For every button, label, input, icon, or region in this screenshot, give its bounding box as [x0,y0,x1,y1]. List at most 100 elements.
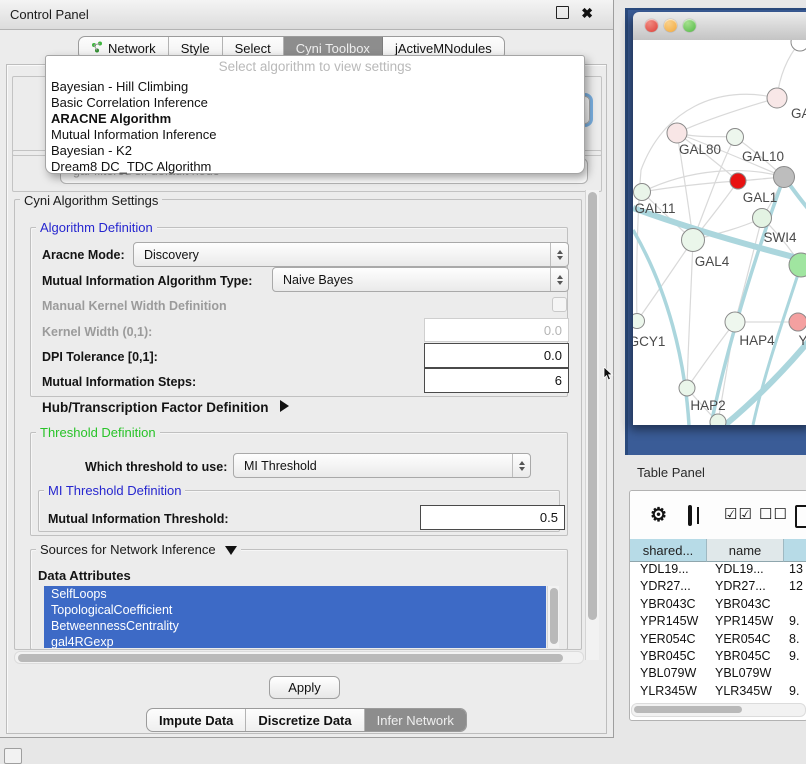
algorithm-option[interactable]: Bayesian - K2 [51,143,132,158]
list-item[interactable]: BetweennessCentrality [44,618,546,634]
node[interactable] [767,88,787,108]
cell: YPR145W [707,614,784,631]
scrollbar-thumb[interactable] [18,654,563,662]
settings-group-title: Cyni Algorithm Settings [20,193,162,208]
mi-type-combobox[interactable]: Naive Bayes [272,267,569,292]
node[interactable] [667,123,687,143]
column-header-shared-name[interactable]: shared... [630,539,707,562]
node[interactable] [753,209,772,228]
tab-discretize-data[interactable]: Discretize Data [246,709,364,731]
document-icon[interactable] [795,505,806,528]
list-item[interactable]: gal4RGexp [44,634,546,648]
which-threshold-value: MI Threshold [244,459,317,473]
settings-horizontal-scrollbar[interactable] [14,651,584,664]
list-item[interactable]: SelfLoops [44,586,546,602]
algorithm-option[interactable]: Basic Correlation Inference [51,95,208,110]
cell: YDR27... [630,579,707,596]
node[interactable] [679,380,695,396]
tab-infer-network[interactable]: Infer Network [365,709,466,731]
unchecked-boxes-icon[interactable]: ☐☐ [759,505,788,523]
network-view-window[interactable]: GAL GAL80 GAL10 GAL1 GAL11 SWI4 GAL4 GCY… [633,12,806,425]
kernel-width-field[interactable] [424,318,569,342]
node-selected[interactable] [730,173,746,189]
node[interactable] [725,312,745,332]
network-canvas[interactable]: GAL GAL80 GAL10 GAL1 GAL11 SWI4 GAL4 GCY… [633,40,806,425]
node[interactable] [682,229,705,252]
sources-title-text: Sources for Network Inference [40,542,216,557]
checked-boxes-icon[interactable]: ☑☑ [724,505,753,523]
which-threshold-combobox[interactable]: MI Threshold [233,453,531,478]
table-row[interactable]: YBR043CYBR043C [630,597,806,614]
list-vertical-scrollbar[interactable] [547,586,559,648]
cell: YBR045C [707,649,784,666]
aracne-mode-label: Aracne Mode: [42,248,125,262]
zoom-traffic-light-icon[interactable] [683,19,696,32]
cell: YER054C [707,632,784,649]
table-row[interactable]: YER054CYER054C8. [630,632,806,649]
node[interactable] [791,40,806,51]
node-label: GAL [791,106,806,121]
data-attributes-list[interactable]: SelfLoops TopologicalCoefficient Between… [44,586,546,648]
apply-label: Apply [288,680,321,695]
tab-label: Impute Data [159,713,233,728]
table-row[interactable]: YDR27...YDR27...12 [630,579,806,596]
table-panel: ⚙ ☑☑ ☐☐ shared... name YDL19...YDL19...1… [629,490,806,721]
node[interactable] [789,313,806,331]
manual-kernel-checkbox[interactable] [552,297,567,312]
hub-definition-expander[interactable]: Hub/Transcription Factor Definition [42,400,289,415]
close-traffic-light-icon[interactable] [645,19,658,32]
node[interactable] [634,184,651,201]
spinner-arrows-icon [550,268,568,291]
mi-steps-field[interactable] [424,368,569,393]
apply-button[interactable]: Apply [269,676,340,699]
cell: YBR043C [707,597,784,614]
table-body: YDL19...YDL19...13 YDR27...YDR27...12 YB… [630,562,806,720]
table-row[interactable]: YBR045CYBR045C9. [630,649,806,666]
aracne-mode-combobox[interactable]: Discovery [133,242,569,267]
mi-threshold-field[interactable] [420,505,565,530]
node[interactable] [710,414,726,425]
scrollbar-thumb[interactable] [550,588,558,644]
expander-right-icon [280,400,289,412]
network-window-titlebar[interactable] [633,12,806,41]
node-label: GAL10 [742,149,784,164]
algorithm-option[interactable]: Dream8 DC_TDC Algorithm [51,159,211,174]
dpi-tolerance-field[interactable] [424,343,569,368]
columns-icon[interactable] [688,505,692,526]
column-header-name[interactable]: name [707,539,784,562]
spinner-arrows-icon [550,243,568,266]
tab-impute-data[interactable]: Impute Data [147,709,246,731]
float-window-icon[interactable] [556,6,569,19]
cell [784,597,806,614]
collapse-down-icon [225,546,237,555]
algorithm-definition-title: Algorithm Definition [36,220,157,235]
mi-type-value: Naive Bayes [283,273,353,287]
node[interactable] [633,314,645,329]
node-label: HAP2 [690,398,725,413]
column-header-partial[interactable] [784,539,806,562]
settings-vertical-scrollbar[interactable] [585,190,599,660]
cell: 9. [784,649,806,666]
table-row[interactable]: YBL079WYBL079W [630,666,806,683]
table-row[interactable]: YPR145WYPR145W9. [630,614,806,631]
algorithm-option[interactable]: Mutual Information Inference [51,127,216,142]
scrollbar-thumb[interactable] [634,706,742,713]
node-label: GAL4 [695,254,730,269]
node[interactable] [774,167,795,188]
table-horizontal-scrollbar[interactable] [631,703,806,717]
gear-icon[interactable]: ⚙ [650,504,667,527]
node[interactable] [727,129,744,146]
tab-label: Discretize Data [258,713,351,728]
node-label: Y [798,333,806,348]
table-row[interactable]: YLR345WYLR345W9. [630,684,806,701]
scrollbar-thumb[interactable] [588,192,597,620]
table-row[interactable]: YDL19...YDL19...13 [630,562,806,579]
algorithm-option[interactable]: Bayesian - Hill Climbing [51,79,188,94]
minimize-traffic-light-icon[interactable] [664,19,677,32]
algorithm-option-selected[interactable]: ARACNE Algorithm [51,111,171,126]
close-icon[interactable]: ✖ [581,5,593,22]
list-item[interactable]: TopologicalCoefficient [44,602,546,618]
data-attributes-label: Data Attributes [38,568,131,583]
sources-group-title[interactable]: Sources for Network Inference [36,542,241,557]
node-label: GAL80 [679,142,721,157]
